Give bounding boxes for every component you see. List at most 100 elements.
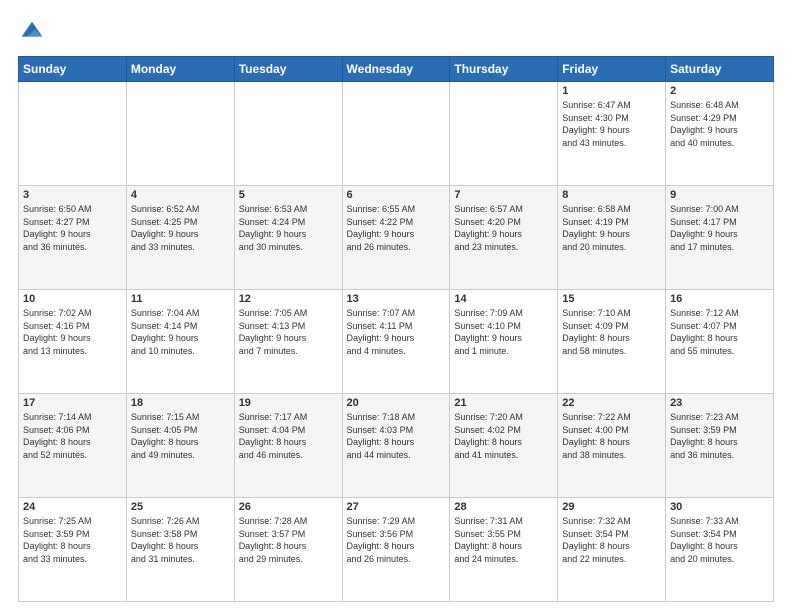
calendar-week-row: 1 Sunrise: 6:47 AM Sunset: 4:30 PM Daylig… <box>19 82 774 186</box>
calendar-cell: 2 Sunrise: 6:48 AM Sunset: 4:29 PM Daylig… <box>666 82 774 186</box>
calendar-cell: 3Sunrise: 6:50 AM Sunset: 4:27 PM Daylig… <box>19 186 127 290</box>
calendar-header-friday: Friday <box>558 57 666 82</box>
day-info: Sunrise: 7:22 AM Sunset: 4:00 PM Dayligh… <box>562 411 661 461</box>
day-number: 22 <box>562 397 661 409</box>
calendar-cell: 26 Sunrise: 7:28 AM Sunset: 3:57 PM Dayli… <box>234 498 342 602</box>
calendar-cell: 15Sunrise: 7:10 AM Sunset: 4:09 PM Dayli… <box>558 290 666 394</box>
calendar-cell <box>342 82 450 186</box>
calendar-cell: 8 Sunrise: 6:58 AM Sunset: 4:19 PM Daylig… <box>558 186 666 290</box>
calendar-cell <box>126 82 234 186</box>
calendar-cell: 22 Sunrise: 7:22 AM Sunset: 4:00 PM Dayli… <box>558 394 666 498</box>
calendar-cell: 20 Sunrise: 7:18 AM Sunset: 4:03 PM Dayli… <box>342 394 450 498</box>
day-info: Sunrise: 7:00 AM Sunset: 4:17 PM Dayligh… <box>670 203 769 253</box>
day-info: Sunrise: 7:28 AM Sunset: 3:57 PM Dayligh… <box>239 515 338 565</box>
calendar-cell: 19 Sunrise: 7:17 AM Sunset: 4:04 PM Dayli… <box>234 394 342 498</box>
day-info: Sunrise: 7:02 AM Sunset: 4:16 PM Dayligh… <box>23 307 122 357</box>
calendar-cell: 27Sunrise: 7:29 AM Sunset: 3:56 PM Dayli… <box>342 498 450 602</box>
calendar-cell: 16 Sunrise: 7:12 AM Sunset: 4:07 PM Dayli… <box>666 290 774 394</box>
day-info: Sunrise: 7:18 AM Sunset: 4:03 PM Dayligh… <box>347 411 446 461</box>
day-number: 9 <box>670 189 769 201</box>
day-info: Sunrise: 6:57 AM Sunset: 4:20 PM Dayligh… <box>454 203 553 253</box>
calendar-cell: 5Sunrise: 6:53 AM Sunset: 4:24 PM Daylig… <box>234 186 342 290</box>
day-number: 26 <box>239 501 338 513</box>
calendar-cell: 21 Sunrise: 7:20 AM Sunset: 4:02 PM Dayli… <box>450 394 558 498</box>
day-info: Sunrise: 7:26 AM Sunset: 3:58 PM Dayligh… <box>131 515 230 565</box>
day-info: Sunrise: 7:23 AM Sunset: 3:59 PM Dayligh… <box>670 411 769 461</box>
day-info: Sunrise: 6:52 AM Sunset: 4:25 PM Dayligh… <box>131 203 230 253</box>
day-info: Sunrise: 7:25 AM Sunset: 3:59 PM Dayligh… <box>23 515 122 565</box>
calendar-cell: 7 Sunrise: 6:57 AM Sunset: 4:20 PM Daylig… <box>450 186 558 290</box>
calendar-cell: 1 Sunrise: 6:47 AM Sunset: 4:30 PM Daylig… <box>558 82 666 186</box>
calendar-cell <box>234 82 342 186</box>
day-info: Sunrise: 7:31 AM Sunset: 3:55 PM Dayligh… <box>454 515 553 565</box>
day-info: Sunrise: 7:05 AM Sunset: 4:13 PM Dayligh… <box>239 307 338 357</box>
calendar-cell: 10 Sunrise: 7:02 AM Sunset: 4:16 PM Dayli… <box>19 290 127 394</box>
day-info: Sunrise: 6:58 AM Sunset: 4:19 PM Dayligh… <box>562 203 661 253</box>
day-info: Sunrise: 7:12 AM Sunset: 4:07 PM Dayligh… <box>670 307 769 357</box>
calendar-week-row: 10 Sunrise: 7:02 AM Sunset: 4:16 PM Dayli… <box>19 290 774 394</box>
day-number: 1 <box>562 85 661 97</box>
day-number: 29 <box>562 501 661 513</box>
day-info: Sunrise: 7:15 AM Sunset: 4:05 PM Dayligh… <box>131 411 230 461</box>
day-number: 18 <box>131 397 230 409</box>
day-number: 16 <box>670 293 769 305</box>
day-info: Sunrise: 6:47 AM Sunset: 4:30 PM Dayligh… <box>562 99 661 149</box>
page: SundayMondayTuesdayWednesdayThursdayFrid… <box>0 0 792 612</box>
day-number: 13 <box>347 293 446 305</box>
day-info: Sunrise: 6:50 AM Sunset: 4:27 PM Dayligh… <box>23 203 122 253</box>
calendar-cell: 13 Sunrise: 7:07 AM Sunset: 4:11 PM Dayli… <box>342 290 450 394</box>
calendar-header-thursday: Thursday <box>450 57 558 82</box>
calendar-cell <box>450 82 558 186</box>
day-number: 19 <box>239 397 338 409</box>
calendar-cell: 11 Sunrise: 7:04 AM Sunset: 4:14 PM Dayli… <box>126 290 234 394</box>
calendar-header-row: SundayMondayTuesdayWednesdayThursdayFrid… <box>19 57 774 82</box>
day-number: 30 <box>670 501 769 513</box>
day-info: Sunrise: 6:53 AM Sunset: 4:24 PM Dayligh… <box>239 203 338 253</box>
top-section <box>18 18 774 46</box>
day-number: 10 <box>23 293 122 305</box>
day-number: 21 <box>454 397 553 409</box>
day-info: Sunrise: 7:14 AM Sunset: 4:06 PM Dayligh… <box>23 411 122 461</box>
calendar-week-row: 24 Sunrise: 7:25 AM Sunset: 3:59 PM Dayli… <box>19 498 774 602</box>
calendar-cell: 18 Sunrise: 7:15 AM Sunset: 4:05 PM Dayli… <box>126 394 234 498</box>
calendar-cell: 28 Sunrise: 7:31 AM Sunset: 3:55 PM Dayli… <box>450 498 558 602</box>
day-info: Sunrise: 6:55 AM Sunset: 4:22 PM Dayligh… <box>347 203 446 253</box>
day-number: 12 <box>239 293 338 305</box>
day-info: Sunrise: 7:17 AM Sunset: 4:04 PM Dayligh… <box>239 411 338 461</box>
day-number: 7 <box>454 189 553 201</box>
calendar-table: SundayMondayTuesdayWednesdayThursdayFrid… <box>18 56 774 602</box>
day-info: Sunrise: 7:33 AM Sunset: 3:54 PM Dayligh… <box>670 515 769 565</box>
calendar-cell: 23Sunrise: 7:23 AM Sunset: 3:59 PM Dayli… <box>666 394 774 498</box>
day-info: Sunrise: 7:04 AM Sunset: 4:14 PM Dayligh… <box>131 307 230 357</box>
calendar-header-wednesday: Wednesday <box>342 57 450 82</box>
calendar-header-monday: Monday <box>126 57 234 82</box>
day-number: 28 <box>454 501 553 513</box>
calendar-week-row: 3Sunrise: 6:50 AM Sunset: 4:27 PM Daylig… <box>19 186 774 290</box>
day-number: 6 <box>347 189 446 201</box>
day-number: 14 <box>454 293 553 305</box>
logo <box>18 18 50 46</box>
calendar-cell: 24 Sunrise: 7:25 AM Sunset: 3:59 PM Dayli… <box>19 498 127 602</box>
day-number: 2 <box>670 85 769 97</box>
day-number: 25 <box>131 501 230 513</box>
day-info: Sunrise: 7:20 AM Sunset: 4:02 PM Dayligh… <box>454 411 553 461</box>
calendar-cell: 12 Sunrise: 7:05 AM Sunset: 4:13 PM Dayli… <box>234 290 342 394</box>
day-info: Sunrise: 7:09 AM Sunset: 4:10 PM Dayligh… <box>454 307 553 357</box>
day-number: 20 <box>347 397 446 409</box>
calendar-body: 1 Sunrise: 6:47 AM Sunset: 4:30 PM Daylig… <box>19 82 774 602</box>
day-info: Sunrise: 7:07 AM Sunset: 4:11 PM Dayligh… <box>347 307 446 357</box>
calendar-header-saturday: Saturday <box>666 57 774 82</box>
day-number: 8 <box>562 189 661 201</box>
day-number: 11 <box>131 293 230 305</box>
day-number: 15 <box>562 293 661 305</box>
calendar-cell: 29 Sunrise: 7:32 AM Sunset: 3:54 PM Dayli… <box>558 498 666 602</box>
day-info: Sunrise: 6:48 AM Sunset: 4:29 PM Dayligh… <box>670 99 769 149</box>
calendar-cell: 4Sunrise: 6:52 AM Sunset: 4:25 PM Daylig… <box>126 186 234 290</box>
calendar-cell <box>19 82 127 186</box>
calendar-cell: 25 Sunrise: 7:26 AM Sunset: 3:58 PM Dayli… <box>126 498 234 602</box>
calendar-cell: 6 Sunrise: 6:55 AM Sunset: 4:22 PM Daylig… <box>342 186 450 290</box>
calendar-cell: 17Sunrise: 7:14 AM Sunset: 4:06 PM Dayli… <box>19 394 127 498</box>
day-info: Sunrise: 7:32 AM Sunset: 3:54 PM Dayligh… <box>562 515 661 565</box>
calendar-week-row: 17Sunrise: 7:14 AM Sunset: 4:06 PM Dayli… <box>19 394 774 498</box>
day-number: 24 <box>23 501 122 513</box>
